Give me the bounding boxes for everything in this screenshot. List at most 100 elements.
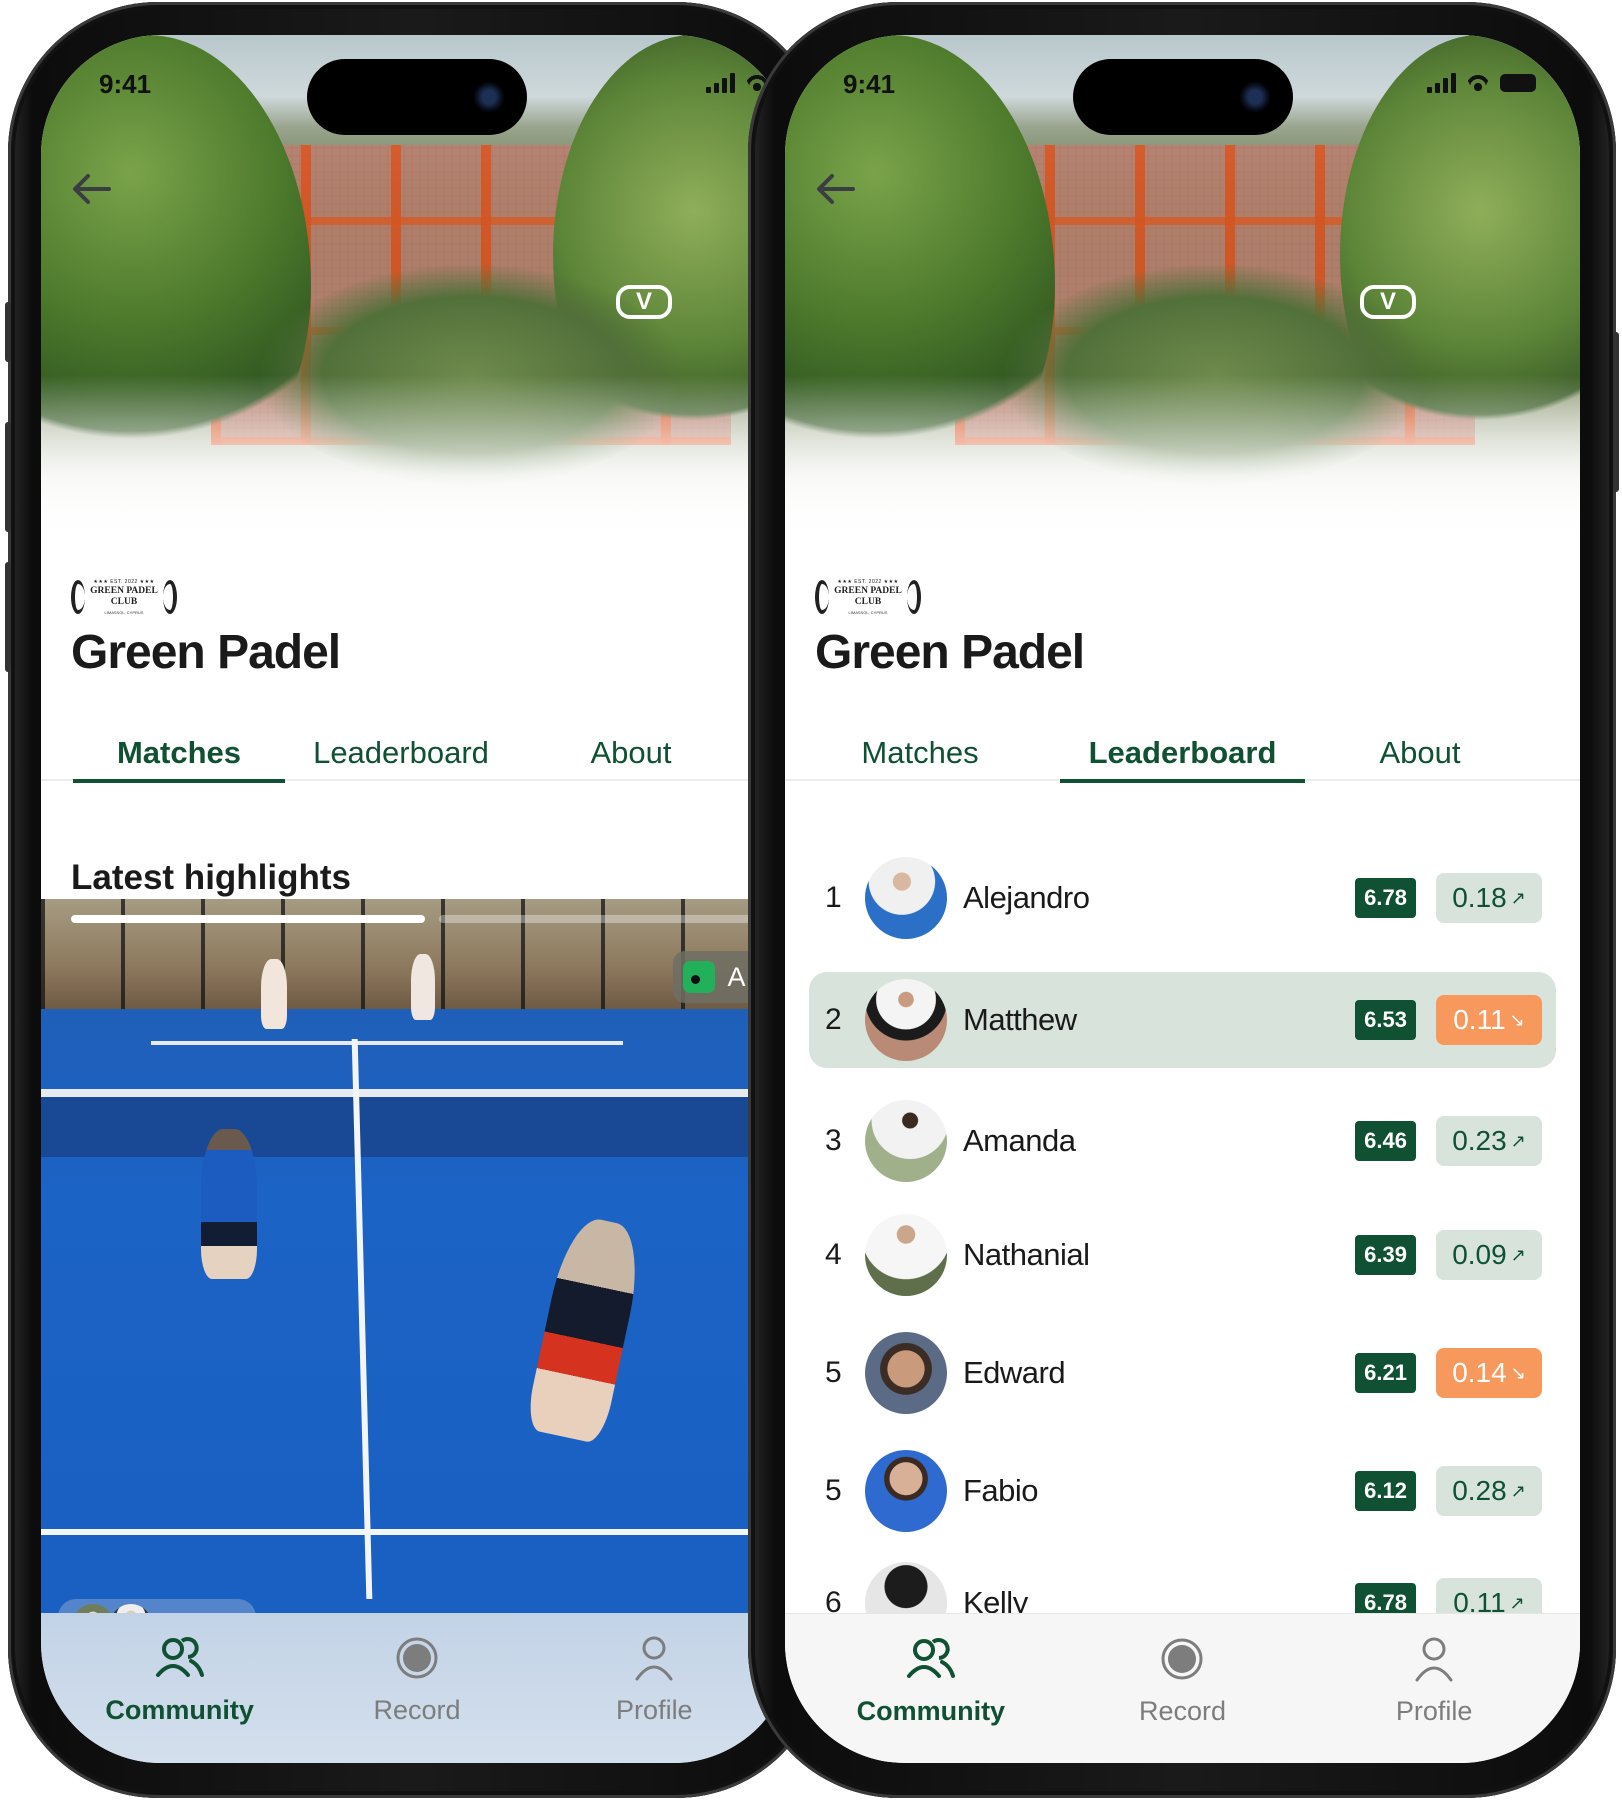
player-avatar (865, 1214, 947, 1296)
club-tabs: Matches Leaderboard About (785, 735, 1580, 783)
battery-icon (1500, 74, 1536, 92)
phone-frame-leaderboard: V 9:41 ★★★ EST. 2022 ★★★ GREEN PADEL CLUB… (748, 2, 1619, 1798)
leaderboard-row[interactable]: 3 Amanda 6.46 0.23 ↗ (809, 1093, 1556, 1189)
court-net (41, 1089, 753, 1097)
screen-matches: V 9:41 ★★★ EST. 2022 ★★★ GREEN PADEL CLUB… (41, 35, 793, 1763)
trend-up-icon: ↗ (1510, 888, 1526, 908)
player-score-badge: 6.21 (1355, 1353, 1416, 1393)
tab-about[interactable]: About (541, 735, 721, 779)
story-progress-segment (71, 915, 425, 923)
tab-about[interactable]: About (1330, 735, 1510, 779)
club-title: Green Padel (815, 626, 1085, 679)
logo-name-line1: GREEN PADEL (834, 586, 902, 596)
logo-name: GREEN PADEL CLUB (815, 586, 921, 608)
cellular-signal-icon (1427, 73, 1456, 93)
player-name: Fabio (963, 1473, 1039, 1508)
player-figure (261, 959, 287, 1029)
rating-change-badge: 0.23 ↗ (1436, 1116, 1542, 1166)
section-title: Latest highlights (71, 858, 351, 897)
hero-sign: V (1360, 285, 1416, 319)
highlight-video[interactable]: AI m 6 6 6 (41, 899, 793, 1651)
leaderboard-row[interactable]: 5 Fabio 6.12 0.28 ↗ (809, 1443, 1556, 1539)
rating-change-value: 0.18 (1452, 882, 1507, 913)
player-score-badge: 6.78 (1355, 878, 1416, 918)
tab-leaderboard[interactable]: Leaderboard (1060, 735, 1305, 783)
player-figure (201, 1129, 257, 1279)
nav-record[interactable]: Record (1082, 1614, 1282, 1763)
player-avatar (865, 1450, 947, 1532)
story-progress-fill (71, 915, 425, 923)
wifi-icon (1464, 73, 1492, 93)
ai-app-icon (683, 961, 716, 993)
nav-community-label: Community (856, 1696, 1006, 1726)
status-time: 9:41 (99, 69, 152, 99)
player-rank: 5 (825, 1356, 842, 1389)
logo-city: LIMASSOL, CYPRUS (104, 610, 144, 615)
nav-community[interactable]: Community (80, 1613, 280, 1763)
court-net-mesh (41, 1097, 753, 1157)
volume-up-button (5, 422, 11, 532)
player-avatar (865, 857, 947, 939)
nav-record[interactable]: Record (317, 1613, 517, 1763)
hero-sign: V (616, 285, 672, 319)
profile-icon (1415, 1637, 1453, 1682)
community-icon (155, 1637, 204, 1677)
trend-down-icon: ↘ (1510, 1363, 1526, 1383)
rating-change-value: 0.09 (1452, 1239, 1507, 1270)
player-avatar (865, 1332, 947, 1414)
back-arrow-icon[interactable] (815, 172, 855, 206)
logo-stars: ★★★ EST. 2022 ★★★ (837, 579, 899, 585)
status-icons (1427, 73, 1536, 93)
player-rank: 5 (825, 1474, 842, 1507)
player-score-badge: 6.39 (1355, 1235, 1416, 1275)
player-score-badge: 6.46 (1355, 1121, 1416, 1161)
story-progress (71, 915, 793, 923)
player-name: Alejandro (963, 880, 1090, 915)
rating-change-badge: 0.18 ↗ (1436, 873, 1542, 923)
logo-name-line1: GREEN PADEL (90, 586, 158, 596)
rating-change-value: 0.28 (1452, 1475, 1507, 1506)
rating-change-value: 0.23 (1452, 1125, 1507, 1156)
rating-change-value: 0.14 (1452, 1357, 1507, 1388)
nav-profile[interactable]: Profile (554, 1613, 754, 1763)
club-tabs: Matches Leaderboard About (41, 735, 793, 783)
trend-up-icon: ↗ (1510, 1481, 1526, 1501)
phone-frame-matches: V 9:41 ★★★ EST. 2022 ★★★ GREEN PADEL CLUB… (5, 2, 826, 1798)
player-figure (524, 1213, 648, 1445)
leaderboard-row[interactable]: 4 Nathanial 6.39 0.09 ↗ (809, 1207, 1556, 1303)
logo-city: LIMASSOL, CYPRUS (848, 610, 888, 615)
screen-leaderboard: V 9:41 ★★★ EST. 2022 ★★★ GREEN PADEL CLUB… (785, 35, 1580, 1763)
player-score-badge: 6.12 (1355, 1471, 1416, 1511)
front-camera (1238, 81, 1271, 113)
tab-matches[interactable]: Matches (825, 735, 1015, 779)
community-icon (906, 1638, 955, 1678)
tab-leaderboard[interactable]: Leaderboard (291, 735, 511, 779)
logo-stars: ★★★ EST. 2022 ★★★ (93, 579, 155, 585)
cellular-signal-icon (706, 73, 735, 93)
logo-name: GREEN PADEL CLUB (71, 586, 177, 608)
leaderboard-row[interactable]: 2 Matthew 6.53 0.11 ↘ (809, 972, 1556, 1068)
leaderboard-row[interactable]: 5 Edward 6.21 0.14 ↘ (809, 1325, 1556, 1421)
player-name: Amanda (963, 1123, 1076, 1158)
player-rank: 2 (825, 1003, 842, 1036)
court-service-line (151, 1041, 623, 1045)
trend-up-icon: ↗ (1509, 1593, 1525, 1613)
trend-up-icon: ↗ (1510, 1131, 1526, 1151)
nav-community[interactable]: Community (831, 1614, 1031, 1763)
player-name: Nathanial (963, 1237, 1090, 1272)
logo-name-line2: CLUB (854, 597, 882, 607)
nav-profile[interactable]: Profile (1334, 1614, 1534, 1763)
back-arrow-icon[interactable] (71, 172, 111, 206)
story-progress-segment (439, 915, 793, 923)
player-score-badge: 6.53 (1355, 1000, 1416, 1040)
bottom-tab-bar: Community Record Profile (41, 1613, 793, 1763)
hero-fade (785, 375, 1580, 545)
player-rank: 4 (825, 1238, 842, 1271)
record-icon (396, 1637, 438, 1679)
tab-matches[interactable]: Matches (73, 735, 285, 783)
club-logo: ★★★ EST. 2022 ★★★ GREEN PADEL CLUB LIMASS… (815, 578, 921, 618)
club-title: Green Padel (71, 626, 341, 679)
logo-name-line2: CLUB (110, 597, 138, 607)
leaderboard-row[interactable]: 1 Alejandro 6.78 0.18 ↗ (809, 850, 1556, 946)
record-icon (1161, 1638, 1203, 1680)
